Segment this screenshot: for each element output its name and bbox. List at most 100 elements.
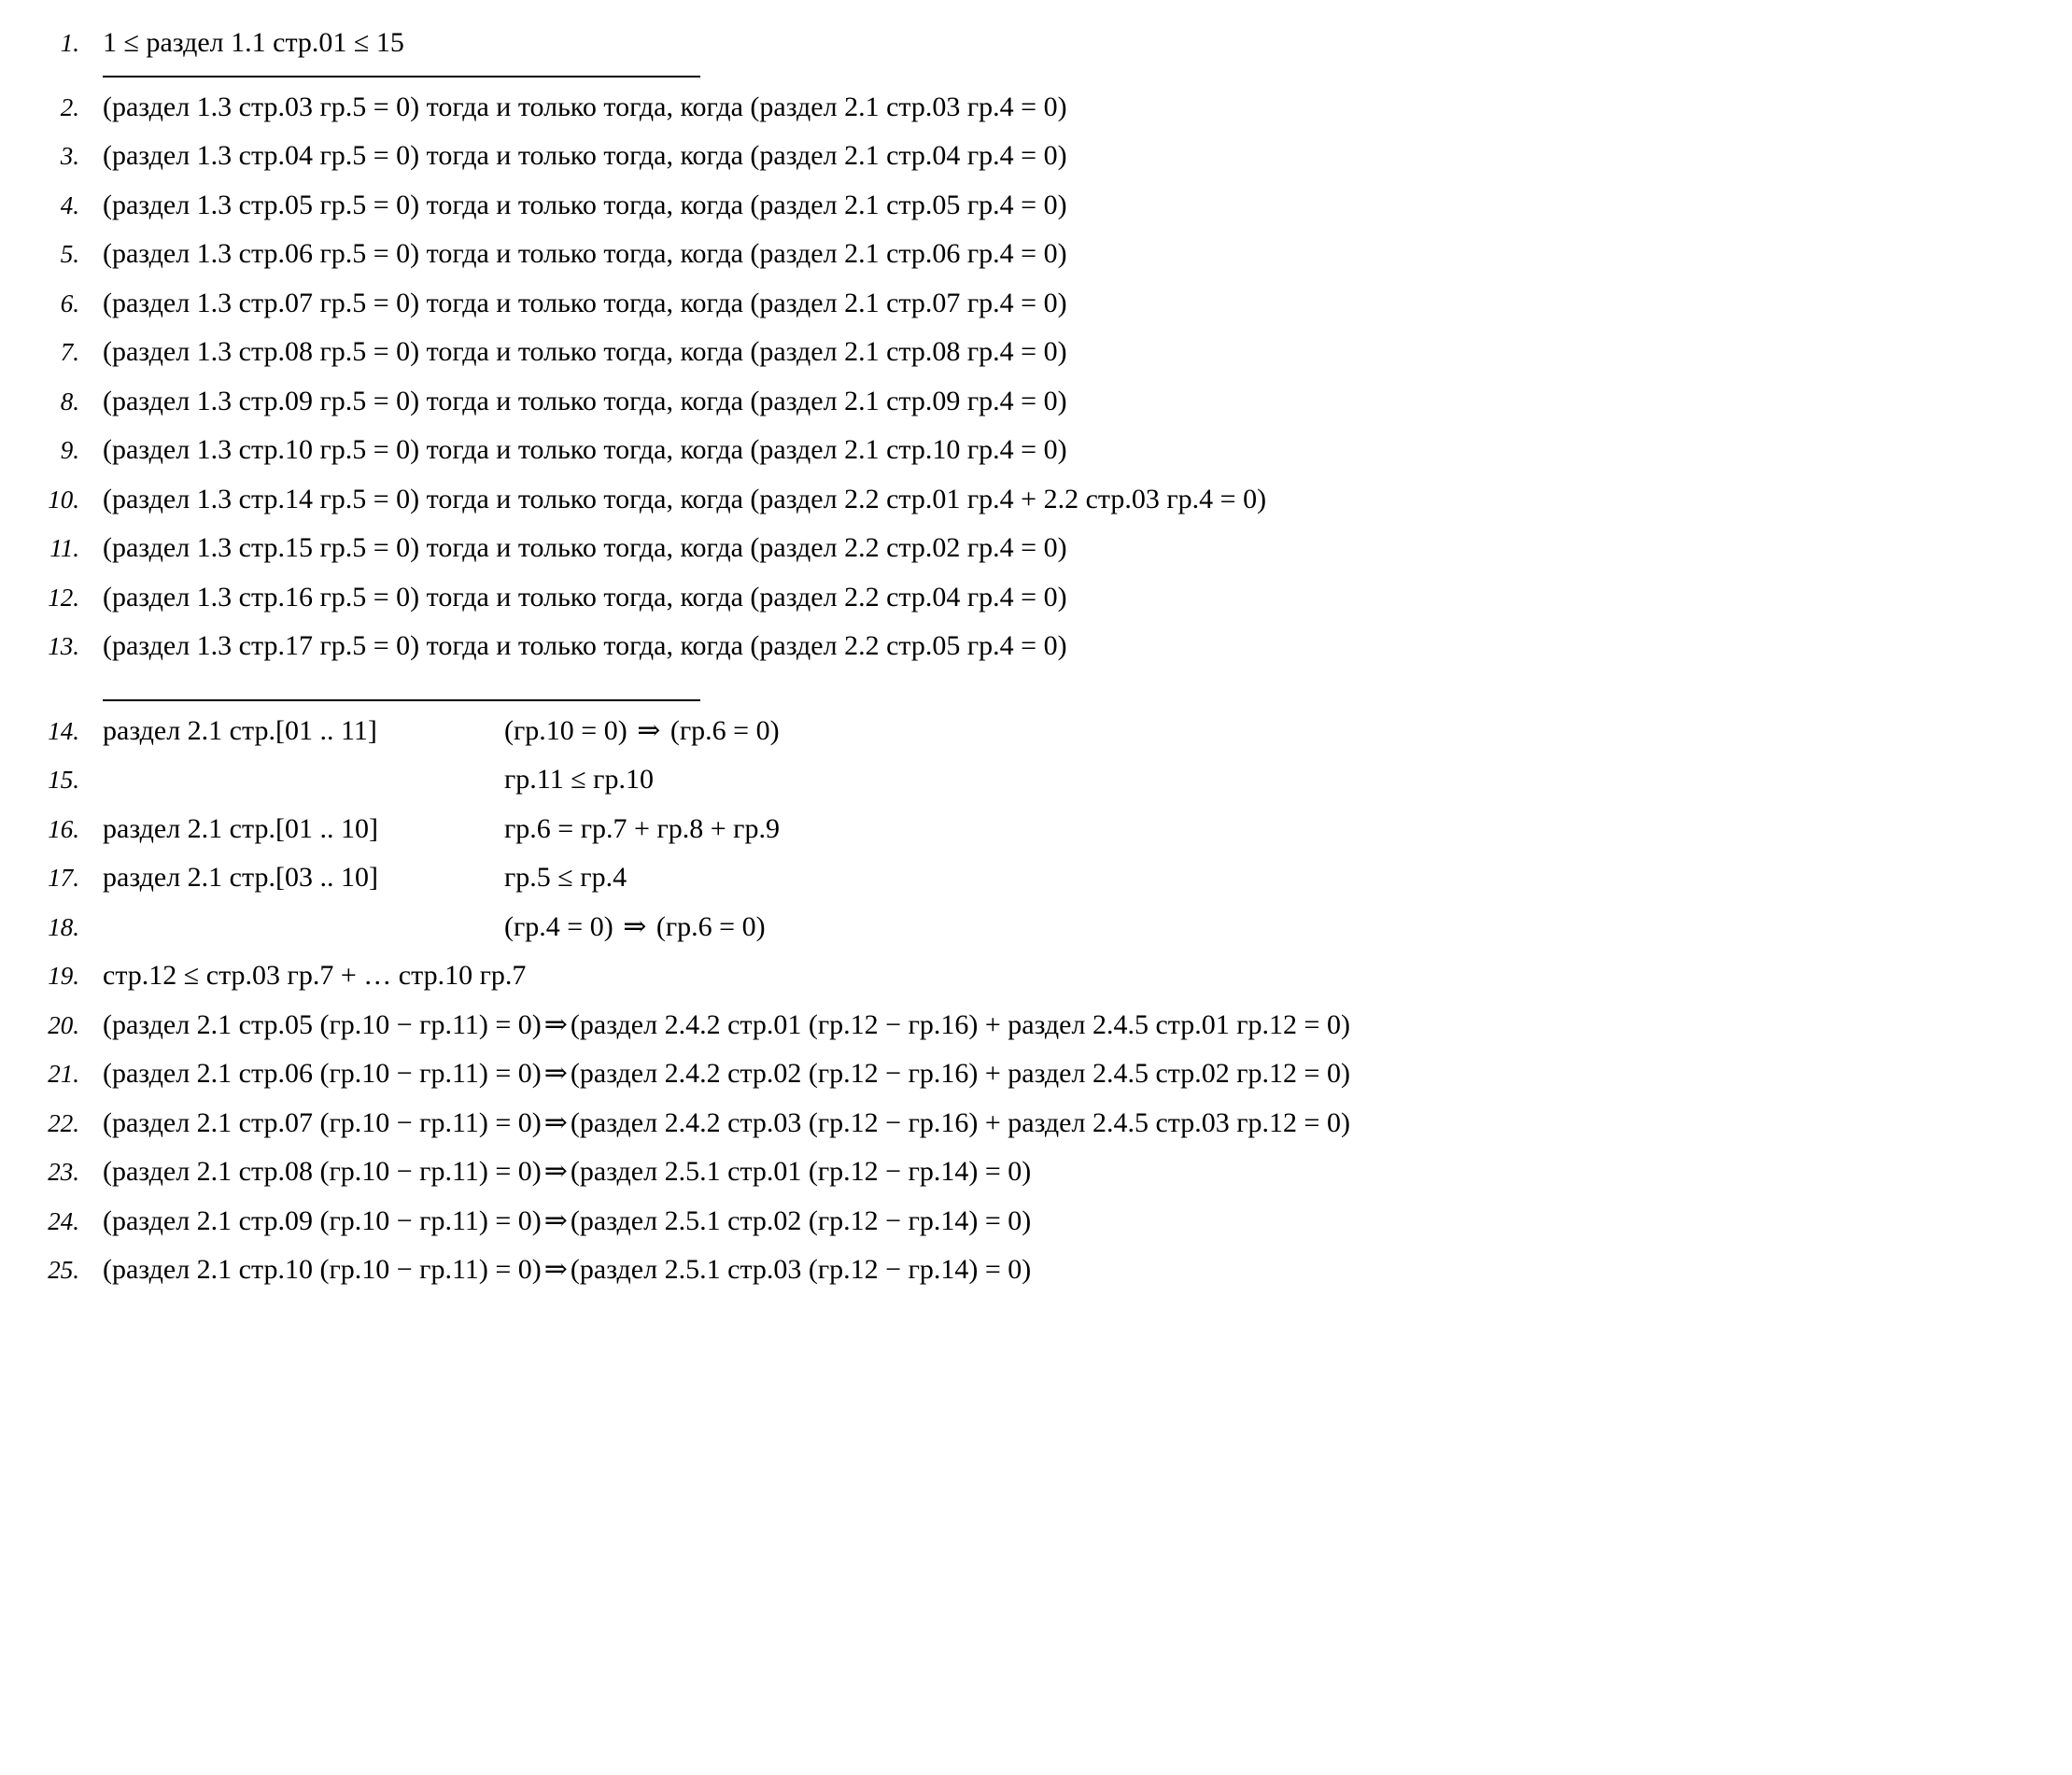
row-content: стр.12 ≤ стр.03 гр.7 + … стр.10 гр.7	[103, 951, 526, 1001]
divider-line	[103, 699, 700, 701]
row-content: (раздел 2.1 стр.10 (гр.10 − гр.11) = 0) …	[103, 1246, 1031, 1295]
rule-row: 21.(раздел 2.1 стр.06 (гр.10 − гр.11) = …	[28, 1050, 2044, 1099]
row-number: 18.	[28, 906, 103, 950]
row-content: (раздел 1.3 стр.16 гр.5 = 0) тогда и тол…	[103, 573, 1067, 623]
section-divider	[28, 68, 2044, 83]
rule-row: 7.(раздел 1.3 стр.08 гр.5 = 0) тогда и т…	[28, 328, 2044, 377]
rule-row: 22.(раздел 2.1 стр.07 (гр.10 − гр.11) = …	[28, 1099, 2044, 1148]
rule-row: 19.стр.12 ≤ стр.03 гр.7 + … стр.10 гр.7	[28, 951, 2044, 1001]
implies-symbol: ⇒	[542, 1099, 571, 1148]
scope-column: раздел 2.1 стр.[03 .. 10]	[103, 853, 504, 903]
row-content: (раздел 1.3 стр.08 гр.5 = 0) тогда и тол…	[103, 328, 1067, 377]
rule-row: 6.(раздел 1.3 стр.07 гр.5 = 0) тогда и т…	[28, 279, 2044, 329]
row-content: раздел 2.1 стр.[01 .. 10]гр.6 = гр.7 + г…	[103, 805, 780, 854]
row-content: (раздел 2.1 стр.08 (гр.10 − гр.11) = 0) …	[103, 1148, 1031, 1197]
row-content: (раздел 1.3 стр.10 гр.5 = 0) тогда и тол…	[103, 426, 1067, 475]
row-number: 8.	[28, 380, 103, 424]
scope-column: раздел 2.1 стр.[01 .. 11]	[103, 707, 504, 756]
rule-row: 1.1 ≤ раздел 1.1 стр.01 ≤ 15	[28, 19, 2044, 68]
row-number: 19.	[28, 954, 103, 998]
row-number: 15.	[28, 758, 103, 802]
block-2: 2.(раздел 1.3 стр.03 гр.5 = 0) тогда и т…	[28, 83, 2044, 671]
rule-row: 24.(раздел 2.1 стр.09 (гр.10 − гр.11) = …	[28, 1197, 2044, 1247]
condition-column: (гр.10 = 0) ⇒ (гр.6 = 0)	[504, 707, 780, 756]
row-content: (раздел 2.1 стр.07 (гр.10 − гр.11) = 0) …	[103, 1099, 1350, 1148]
row-content: (раздел 1.3 стр.03 гр.5 = 0) тогда и тол…	[103, 83, 1067, 133]
rule-row: 11.(раздел 1.3 стр.15 гр.5 = 0) тогда и …	[28, 524, 2044, 573]
rule-row: 13.(раздел 1.3 стр.17 гр.5 = 0) тогда и …	[28, 622, 2044, 671]
row-content: (раздел 1.3 стр.14 гр.5 = 0) тогда и тол…	[103, 475, 1266, 525]
row-number: 3.	[28, 134, 103, 178]
row-number: 12.	[28, 576, 103, 620]
row-number: 2.	[28, 86, 103, 130]
rule-row: 18. (гр.4 = 0) ⇒ (гр.6 = 0)	[28, 903, 2044, 952]
spacer	[28, 671, 2044, 692]
rule-row: 16.раздел 2.1 стр.[01 .. 10]гр.6 = гр.7 …	[28, 805, 2044, 854]
row-content: 1 ≤ раздел 1.1 стр.01 ≤ 15	[103, 19, 404, 68]
row-content: гр.11 ≤ гр.10	[103, 755, 654, 805]
implies-symbol: ⇒	[542, 1001, 571, 1050]
implies-symbol: ⇒	[620, 910, 649, 943]
divider-line	[103, 76, 700, 77]
row-number: 17.	[28, 856, 103, 900]
row-content: (раздел 1.3 стр.15 гр.5 = 0) тогда и тол…	[103, 524, 1067, 573]
row-number: 14.	[28, 710, 103, 754]
row-content: (гр.4 = 0) ⇒ (гр.6 = 0)	[103, 903, 766, 952]
implies-symbol: ⇒	[634, 714, 663, 747]
condition-column: гр.11 ≤ гр.10	[504, 755, 654, 805]
row-content: (раздел 1.3 стр.06 гр.5 = 0) тогда и тол…	[103, 230, 1067, 279]
row-content: (раздел 2.1 стр.09 (гр.10 − гр.11) = 0) …	[103, 1197, 1031, 1247]
condition-column: гр.6 = гр.7 + гр.8 + гр.9	[504, 805, 780, 854]
block-1: 1.1 ≤ раздел 1.1 стр.01 ≤ 15	[28, 19, 2044, 68]
rule-row: 4.(раздел 1.3 стр.05 гр.5 = 0) тогда и т…	[28, 181, 2044, 231]
implies-symbol: ⇒	[542, 1148, 571, 1197]
row-content: раздел 2.1 стр.[01 .. 11](гр.10 = 0) ⇒ (…	[103, 707, 780, 756]
condition-column: гр.5 ≤ гр.4	[504, 853, 627, 903]
rule-row: 2.(раздел 1.3 стр.03 гр.5 = 0) тогда и т…	[28, 83, 2044, 133]
condition-column: (гр.4 = 0) ⇒ (гр.6 = 0)	[504, 903, 766, 952]
row-number: 5.	[28, 232, 103, 276]
row-number: 6.	[28, 282, 103, 326]
block-4: 19.стр.12 ≤ стр.03 гр.7 + … стр.10 гр.72…	[28, 951, 2044, 1295]
row-content: (раздел 2.1 стр.06 (гр.10 − гр.11) = 0) …	[103, 1050, 1350, 1099]
rule-row: 15. гр.11 ≤ гр.10	[28, 755, 2044, 805]
rule-row: 5.(раздел 1.3 стр.06 гр.5 = 0) тогда и т…	[28, 230, 2044, 279]
row-content: (раздел 1.3 стр.07 гр.5 = 0) тогда и тол…	[103, 279, 1067, 329]
row-content: (раздел 1.3 стр.17 гр.5 = 0) тогда и тол…	[103, 622, 1067, 671]
row-number: 16.	[28, 808, 103, 852]
row-content: (раздел 1.3 стр.04 гр.5 = 0) тогда и тол…	[103, 132, 1067, 181]
rule-row: 14.раздел 2.1 стр.[01 .. 11](гр.10 = 0) …	[28, 707, 2044, 756]
rule-row: 25.(раздел 2.1 стр.10 (гр.10 − гр.11) = …	[28, 1246, 2044, 1295]
implies-symbol: ⇒	[542, 1050, 571, 1099]
rule-row: 8.(раздел 1.3 стр.09 гр.5 = 0) тогда и т…	[28, 377, 2044, 427]
rule-row: 3.(раздел 1.3 стр.04 гр.5 = 0) тогда и т…	[28, 132, 2044, 181]
row-content: раздел 2.1 стр.[03 .. 10]гр.5 ≤ гр.4	[103, 853, 627, 903]
row-number: 4.	[28, 184, 103, 228]
row-number: 21.	[28, 1052, 103, 1096]
scope-column: раздел 2.1 стр.[01 .. 10]	[103, 805, 504, 854]
row-number: 9.	[28, 429, 103, 472]
implies-symbol: ⇒	[542, 1197, 571, 1247]
rule-row: 10.(раздел 1.3 стр.14 гр.5 = 0) тогда и …	[28, 475, 2044, 525]
rule-row: 20.(раздел 2.1 стр.05 (гр.10 − гр.11) = …	[28, 1001, 2044, 1050]
rule-row: 12.(раздел 1.3 стр.16 гр.5 = 0) тогда и …	[28, 573, 2044, 623]
row-content: (раздел 2.1 стр.05 (гр.10 − гр.11) = 0) …	[103, 1001, 1350, 1050]
row-number: 20.	[28, 1004, 103, 1048]
rule-row: 9.(раздел 1.3 стр.10 гр.5 = 0) тогда и т…	[28, 426, 2044, 475]
row-number: 22.	[28, 1102, 103, 1146]
row-content: (раздел 1.3 стр.05 гр.5 = 0) тогда и тол…	[103, 181, 1067, 231]
row-number: 13.	[28, 625, 103, 669]
section-divider	[28, 692, 2044, 707]
document-root: 1.1 ≤ раздел 1.1 стр.01 ≤ 152.(раздел 1.…	[28, 19, 2044, 1295]
row-number: 25.	[28, 1248, 103, 1292]
block-3: 14.раздел 2.1 стр.[01 .. 11](гр.10 = 0) …	[28, 707, 2044, 952]
implies-symbol: ⇒	[542, 1246, 571, 1295]
rule-row: 23.(раздел 2.1 стр.08 (гр.10 − гр.11) = …	[28, 1148, 2044, 1197]
row-number: 24.	[28, 1200, 103, 1244]
row-number: 23.	[28, 1150, 103, 1194]
row-number: 1.	[28, 21, 103, 65]
row-content: (раздел 1.3 стр.09 гр.5 = 0) тогда и тол…	[103, 377, 1067, 427]
row-number: 10.	[28, 478, 103, 522]
row-number: 7.	[28, 331, 103, 374]
row-number: 11.	[28, 527, 103, 571]
